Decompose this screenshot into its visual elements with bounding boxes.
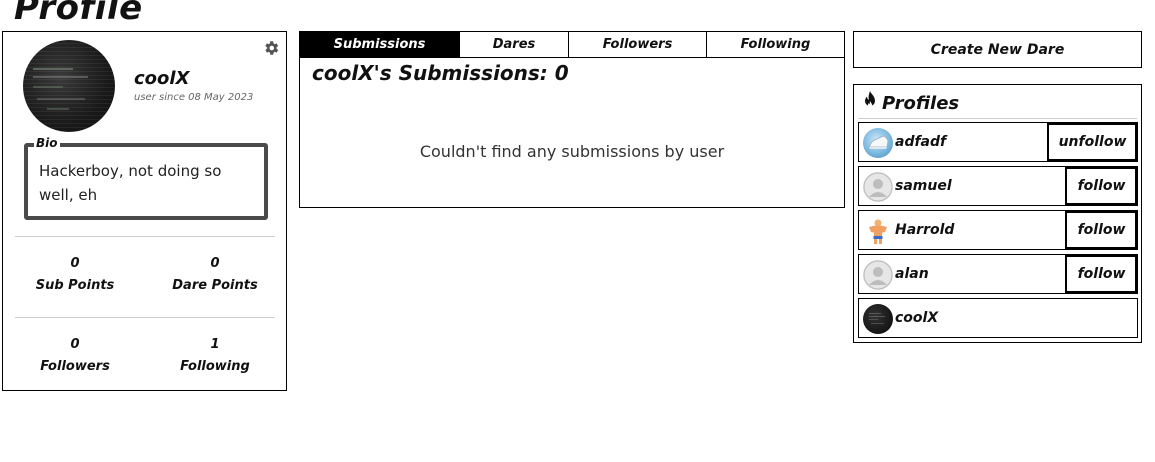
divider [858, 118, 1137, 119]
tab-following[interactable]: Following [707, 32, 844, 57]
submissions-panel: Submissions Dares Followers Following co… [299, 31, 845, 208]
follow-button[interactable]: follow [1065, 211, 1137, 249]
stat-dare-points: 0 Dare Points [155, 256, 275, 293]
profile-row-coolx[interactable]: coolX [858, 298, 1138, 338]
tab-followers[interactable]: Followers [569, 32, 707, 57]
unfollow-button[interactable]: unfollow [1047, 123, 1137, 161]
avatar [23, 40, 115, 132]
stat-value: 0 [70, 337, 80, 352]
tab-bar: Submissions Dares Followers Following [300, 32, 844, 58]
profile-name[interactable]: Harrold [895, 222, 954, 238]
default-avatar-icon [863, 260, 893, 290]
submissions-heading: coolX's Submissions: 0 [312, 61, 569, 85]
profile-card: coolX user since 08 May 2023 Bio Hackerb… [2, 31, 287, 391]
profiles-heading: Profiles [862, 91, 959, 116]
stat-label: Sub Points [35, 278, 115, 293]
flame-icon [862, 91, 878, 116]
divider [15, 236, 275, 237]
stat-value: 0 [70, 256, 80, 271]
user-since: user since 08 May 2023 [134, 92, 254, 103]
profile-username: coolX [134, 68, 190, 89]
default-avatar-icon [863, 172, 893, 202]
profile-row-samuel[interactable]: samuel follow [858, 166, 1138, 206]
profile-name[interactable]: samuel [895, 178, 952, 194]
stat-followers[interactable]: 0 Followers [15, 337, 135, 374]
profile-name[interactable]: adfadf [895, 134, 946, 150]
divider [15, 317, 275, 318]
stat-value: 0 [210, 256, 220, 271]
stat-label: Dare Points [172, 278, 258, 293]
bodybuilder-avatar [863, 216, 893, 246]
create-new-dare-button[interactable]: Create New Dare [853, 31, 1142, 68]
tab-submissions[interactable]: Submissions [300, 32, 460, 57]
shoe-avatar [863, 128, 893, 158]
gear-icon[interactable] [262, 39, 280, 57]
profile-row-adfadf[interactable]: adfadf unfollow [858, 122, 1138, 162]
dark-avatar [863, 304, 893, 334]
profiles-heading-label: Profiles [882, 93, 960, 114]
stat-following[interactable]: 1 Following [155, 337, 275, 374]
bio-box: Bio Hackerboy, not doing so well, eh [24, 136, 268, 220]
stat-value: 1 [210, 337, 220, 352]
bio-text: Hackerboy, not doing so well, eh [39, 162, 222, 204]
profile-row-harrold[interactable]: Harrold follow [858, 210, 1138, 250]
profile-name[interactable]: coolX [895, 310, 938, 326]
tab-dares[interactable]: Dares [460, 32, 569, 57]
profile-row-alan[interactable]: alan follow [858, 254, 1138, 294]
profiles-panel: Profiles adfadf unfollow samuel follow H… [853, 84, 1142, 343]
empty-state-message: Couldn't find any submissions by user [419, 142, 725, 161]
stat-sub-points: 0 Sub Points [15, 256, 135, 293]
stat-label: Following [180, 359, 250, 374]
follow-button[interactable]: follow [1065, 167, 1137, 205]
profile-name[interactable]: alan [895, 266, 929, 282]
bio-label: Bio [34, 136, 60, 150]
follow-button[interactable]: follow [1065, 255, 1137, 293]
page-title: Profile [14, 0, 143, 28]
stat-label: Followers [40, 359, 110, 374]
